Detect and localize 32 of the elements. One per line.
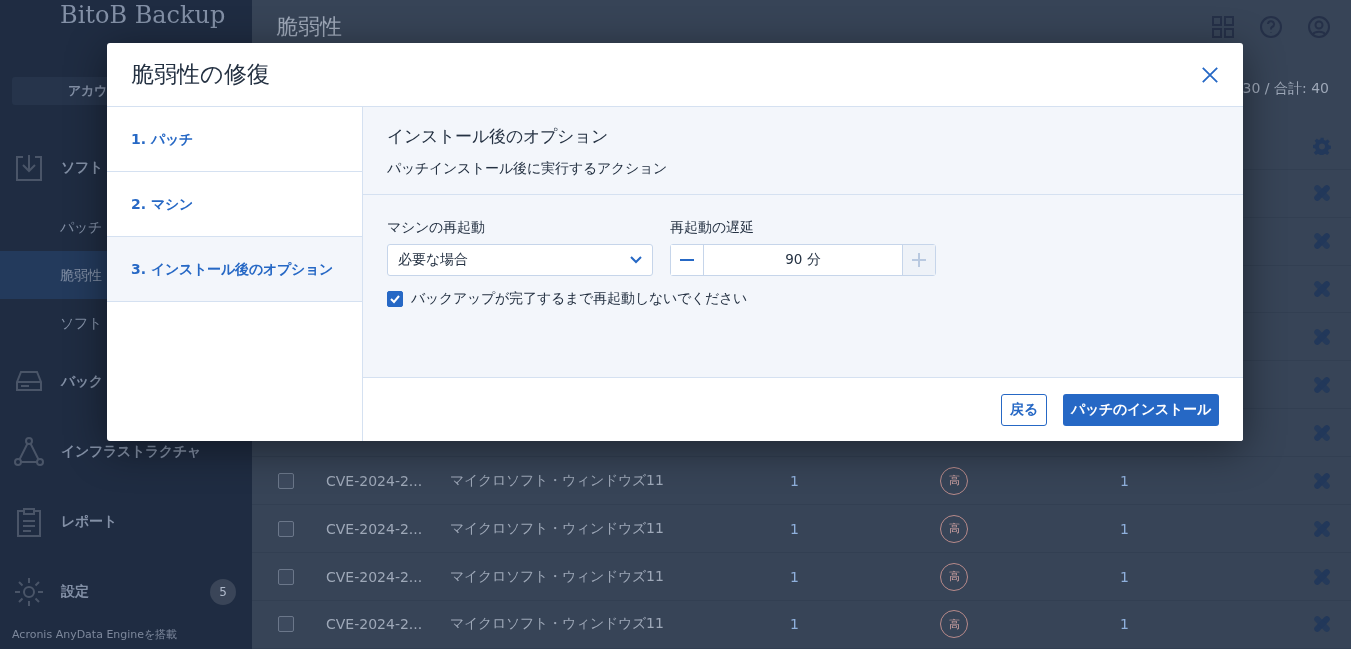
nav-label: レポート: [61, 513, 117, 531]
table-cell-text: マイクロソフト・ウィンドウズ11: [450, 567, 665, 586]
page-title: 脆弱性: [276, 13, 342, 42]
table-cell-text: CVE-2024-2...: [326, 472, 424, 489]
dialog-title: 脆弱性の修復: [131, 60, 270, 89]
field-label: マシンの再起動: [387, 219, 486, 237]
table-cell-text: 1: [1120, 472, 1130, 489]
table-cell-text: 1: [1120, 616, 1130, 633]
table-cell-text: マイクロソフト・ウィンドウズ11: [450, 471, 665, 490]
table-cell-text: CVE-2024-2...: [326, 616, 424, 633]
table-cell-text: 1: [790, 616, 800, 633]
logo-text: BitoB Backup: [59, 0, 227, 30]
nav-label: インフラストラクチャ: [61, 443, 201, 461]
count-text: 30 / 合計: 40: [1242, 79, 1329, 98]
table-cell-text: CVE-2024-2...: [326, 568, 424, 585]
table-cell-text: 1: [1120, 520, 1130, 537]
section-subtitle: パッチインストール後に実行するアクション: [387, 160, 668, 178]
table-cell-text: マイクロソフト・ウィンドウズ11: [450, 519, 665, 538]
table-cell-text: 1: [790, 472, 800, 489]
nav-label: ソフト: [61, 159, 103, 177]
table-cell-text: 1: [1120, 568, 1130, 585]
checkbox-label: バックアップが完了するまで再起動しないでください: [411, 290, 747, 308]
nav-label: バック: [61, 373, 103, 391]
footer-text: Acronis AnyData Engineを搭載: [11, 627, 179, 642]
table-cell-text: マイクロソフト・ウィンドウズ11: [450, 615, 665, 634]
field-label: 再起動の遅延: [670, 219, 755, 237]
section-title: インストール後のオプション: [387, 125, 609, 148]
table-cell-text: 1: [790, 520, 800, 537]
nav-label: 設定: [61, 583, 89, 601]
table-cell-text: 1: [790, 568, 800, 585]
table-cell-text: CVE-2024-2...: [326, 520, 424, 537]
count-badge: 5: [210, 579, 236, 605]
